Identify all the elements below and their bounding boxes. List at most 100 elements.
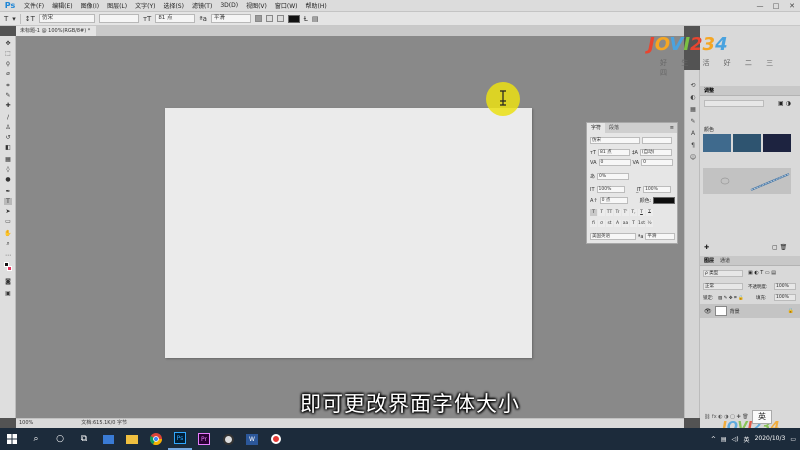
windows-start-icon[interactable] [0, 428, 24, 450]
document-canvas[interactable] [165, 108, 532, 358]
all-caps-button[interactable]: TT [606, 209, 613, 216]
swash-button[interactable]: A [614, 220, 621, 227]
char-kerning-select[interactable]: 0 [598, 159, 631, 166]
menu-type[interactable]: 文字(Y) [131, 1, 159, 10]
adjustment-icons[interactable]: ▣ ◑ [778, 100, 791, 107]
tab-adjustments[interactable]: 调整 [704, 87, 714, 94]
superscript-button[interactable]: T' [622, 209, 629, 216]
antialias-select[interactable]: 平滑 [210, 14, 251, 23]
text-color-swatch[interactable] [287, 14, 300, 23]
lock-icons[interactable]: ▨ ✎ ✥ ⌗ 🔒 [718, 295, 744, 301]
char-tracking-select[interactable]: 0 [641, 159, 674, 166]
chevron-down-icon[interactable]: ▾ [12, 15, 16, 23]
obs-icon[interactable] [216, 428, 240, 450]
char-leading-select[interactable]: (自动) [639, 149, 672, 156]
opacity-input[interactable]: 100% [774, 283, 796, 290]
faux-bold-button[interactable]: T [590, 209, 597, 216]
input-language[interactable]: 英 [744, 435, 750, 444]
layer-filter-select[interactable]: ρ 类型 [703, 270, 743, 277]
layer-row[interactable]: 👁 背景 🔒 [700, 304, 800, 318]
cortana-icon[interactable]: ○ [48, 428, 72, 450]
menu-select[interactable]: 选择(S) [159, 1, 188, 10]
fill-input[interactable]: 100% [774, 294, 796, 301]
history-panel-icon[interactable]: ⟲ [689, 82, 697, 90]
discretionary-ligature-button[interactable]: st [606, 220, 613, 227]
quick-mask-icon[interactable]: ◙ [4, 278, 12, 285]
tab-character[interactable]: 字符 [587, 123, 606, 133]
adjustments-search-input[interactable] [704, 100, 764, 107]
char-language-select[interactable]: 美国英语 [590, 233, 636, 240]
quick-select-tool-icon[interactable]: ⌀ [4, 70, 12, 77]
panel-actions-icons[interactable]: ▢ 🗑 [772, 244, 787, 251]
record-icon[interactable] [264, 428, 288, 450]
stylistic-alt-button[interactable]: aa [622, 220, 629, 227]
chrome-icon[interactable] [144, 428, 168, 450]
brush-tool-icon[interactable]: ∕ [4, 114, 12, 121]
warp-text-icon[interactable]: Ɫ [304, 15, 308, 23]
font-size-select[interactable]: 81 点 [155, 14, 196, 23]
file-explorer-icon[interactable] [120, 428, 144, 450]
swatches-panel-icon[interactable]: ▦ [689, 106, 697, 114]
path-select-tool-icon[interactable]: ➤ [4, 208, 12, 215]
lasso-tool-icon[interactable]: ϙ [4, 60, 12, 67]
healing-brush-tool-icon[interactable]: ✚ [4, 102, 12, 109]
fractions-button[interactable]: ½ [646, 220, 653, 227]
char-font-family-select[interactable]: 仿宋 [590, 137, 640, 144]
titling-alt-button[interactable]: T [630, 220, 637, 227]
swatch-2[interactable] [733, 134, 761, 152]
strikethrough-button[interactable]: T [646, 209, 653, 216]
word-icon[interactable]: W [240, 428, 264, 450]
menu-edit[interactable]: 编辑(E) [48, 1, 76, 10]
glyphs-panel-icon[interactable]: ☺ [689, 154, 697, 162]
small-caps-button[interactable]: Tr [614, 209, 621, 216]
eye-icon[interactable]: 👁 [704, 308, 712, 315]
align-left-button[interactable] [254, 15, 262, 22]
type-tool-preset-icon[interactable]: T [4, 15, 8, 23]
menu-help[interactable]: 帮助(H) [302, 1, 331, 10]
char-tsume-select[interactable]: 0% [597, 173, 630, 180]
menu-3d[interactable]: 3D(D) [216, 2, 242, 9]
menu-file[interactable]: 文件(F) [20, 1, 48, 10]
pen-tool-icon[interactable]: ✒ [4, 188, 12, 195]
tab-layers[interactable]: 图层 [704, 257, 714, 264]
font-family-select[interactable]: 仿宋 [38, 14, 95, 23]
text-orientation-icon[interactable]: ↕T [25, 15, 35, 23]
panel-menu-icon[interactable]: ≡ [670, 125, 677, 131]
ordinals-button[interactable]: 1st [638, 220, 645, 227]
tray-up-chevron-icon[interactable]: ^ [711, 436, 716, 443]
zoom-level[interactable]: 100% [19, 419, 33, 428]
color-swatches-icon[interactable] [4, 262, 12, 272]
history-brush-tool-icon[interactable]: ↺ [4, 134, 12, 141]
blur-tool-icon[interactable]: ◊ [4, 166, 12, 173]
align-center-button[interactable] [265, 15, 273, 22]
swatch-3[interactable] [763, 134, 791, 152]
align-right-button[interactable] [276, 15, 284, 22]
menu-filter[interactable]: 滤镜(T) [188, 1, 216, 10]
screen-mode-icon[interactable]: ▣ [4, 290, 12, 297]
font-style-select[interactable] [98, 14, 139, 23]
tab-channels[interactable]: 通道 [720, 257, 730, 264]
panel-actions-add-icon[interactable]: ✚ [704, 244, 709, 251]
character-panel-toggle-icon[interactable]: ▤ [312, 15, 319, 23]
zoom-tool-icon[interactable]: ⌕ [4, 240, 12, 247]
volume-icon[interactable]: ◁) [732, 436, 739, 443]
clone-stamp-tool-icon[interactable]: ♙ [4, 124, 12, 131]
ligature-button[interactable]: fi [590, 220, 597, 227]
move-tool-icon[interactable]: ✥ [4, 40, 12, 47]
color-panel-icon[interactable]: ◐ [689, 94, 697, 102]
char-baseline-input[interactable]: 0 点 [599, 197, 628, 204]
character-panel-icon[interactable]: A [689, 130, 697, 138]
network-icon[interactable]: ▤ [721, 436, 727, 443]
tab-paragraph[interactable]: 段落 [605, 123, 623, 133]
paragraph-panel-icon[interactable]: ¶ [689, 142, 697, 150]
contextual-alt-button[interactable]: σ [598, 220, 605, 227]
crop-tool-icon[interactable]: ⌗ [4, 82, 12, 89]
ime-indicator[interactable]: 英 [752, 410, 772, 424]
faux-italic-button[interactable]: T [598, 209, 605, 216]
marquee-tool-icon[interactable]: ⬚ [4, 50, 12, 57]
search-icon[interactable]: ⌕ [24, 428, 48, 450]
char-color-swatch[interactable] [653, 197, 676, 204]
task-view-icon[interactable]: ⧉ [72, 428, 96, 450]
photoshop-taskbar-icon[interactable]: Ps [168, 428, 192, 450]
close-button[interactable]: ✕ [784, 0, 800, 12]
